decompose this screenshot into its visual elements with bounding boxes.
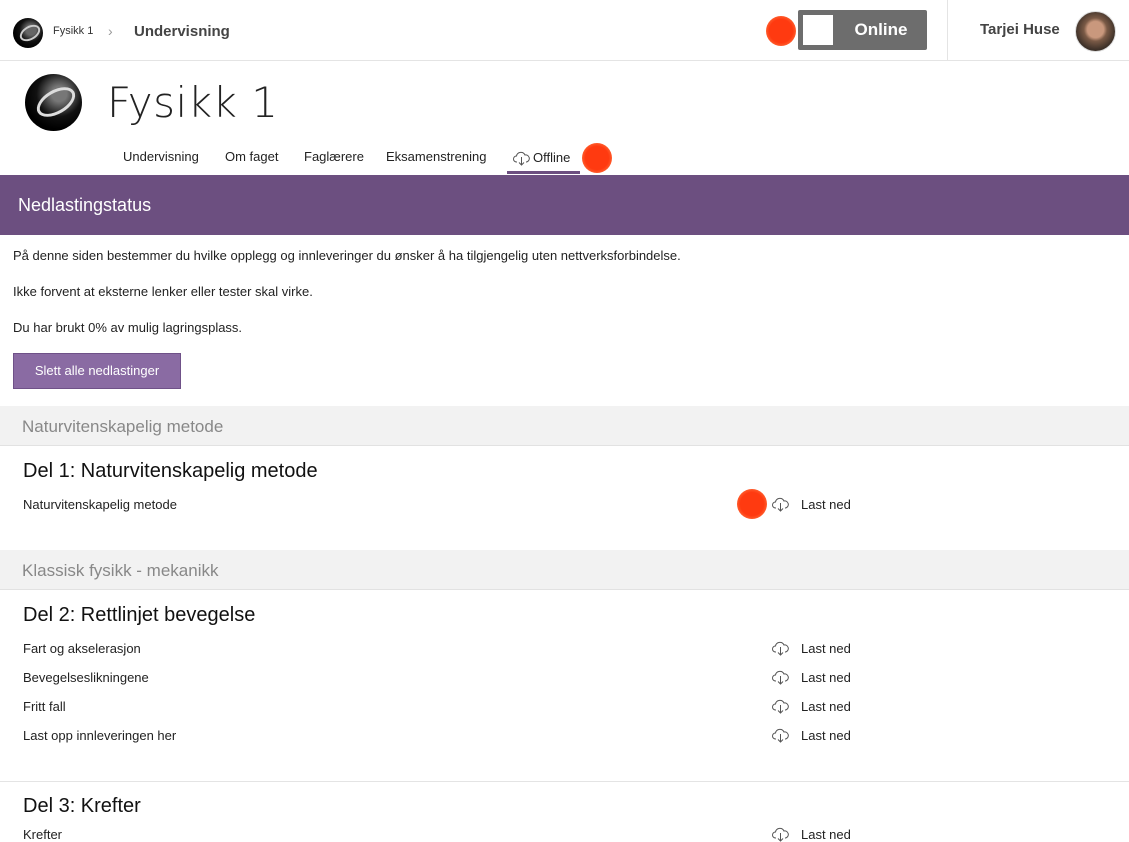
section-header: Naturvitenskapelig metode <box>0 406 1129 446</box>
section-header: Klassisk fysikk - mekanikk <box>0 550 1129 590</box>
cloud-download-icon[interactable] <box>772 670 789 685</box>
cloud-download-icon <box>513 151 530 166</box>
tab-eksamenstrening[interactable]: Eksamenstrening <box>386 149 486 164</box>
course-avatar-small[interactable] <box>13 18 43 48</box>
list-item-label: Last opp innleveringen her <box>23 728 177 743</box>
download-button[interactable]: Last ned <box>801 497 851 512</box>
chevron-right-icon: › <box>108 23 113 39</box>
download-indicator-dot <box>737 489 767 519</box>
page-title: Nedlastingstatus <box>18 195 152 215</box>
cloud-download-icon[interactable] <box>772 699 789 714</box>
breadcrumb-section[interactable]: Undervisning <box>134 23 230 40</box>
list-item-label: Krefter <box>23 827 63 842</box>
download-button[interactable]: Last ned <box>801 827 851 842</box>
download-button[interactable]: Last ned <box>801 641 851 656</box>
tab-offline-label: Offline <box>533 150 571 165</box>
divider <box>0 781 1129 782</box>
part-title: Del 2: Rettlinjet bevegelse <box>23 604 256 626</box>
info-text-2: Ikke forvent at eksterne lenker eller te… <box>13 284 313 299</box>
status-indicator-dot <box>766 16 796 46</box>
page-header: Nedlastingstatus <box>0 175 1129 235</box>
top-bar: Fysikk 1 › Undervisning Online Tarjei Hu… <box>0 0 1129 61</box>
user-avatar[interactable] <box>1075 11 1116 52</box>
cloud-download-icon[interactable] <box>772 641 789 656</box>
toggle-label: Online <box>854 20 908 39</box>
tab-faglaerere[interactable]: Faglærere <box>304 149 364 164</box>
info-text-3: Du har brukt 0% av mulig lagringsplass. <box>13 320 243 335</box>
cloud-download-icon[interactable] <box>772 497 789 512</box>
tab-offline[interactable]: Offline <box>507 143 580 174</box>
list-item-label: Naturvitenskapelig metode <box>23 497 177 512</box>
cloud-download-icon[interactable] <box>772 728 789 743</box>
toggle-knob[interactable] <box>803 15 833 45</box>
section-title: Klassisk fysikk - mekanikk <box>22 561 219 580</box>
divider <box>947 0 948 61</box>
course-avatar <box>25 74 82 131</box>
list-item-label: Fart og akselerasjon <box>23 641 141 656</box>
user-name[interactable]: Tarjei Huse <box>980 21 1060 38</box>
info-text-1: På denne siden bestemmer du hvilke opple… <box>13 248 681 263</box>
delete-all-downloads-button[interactable]: Slett alle nedlastinger <box>13 353 181 389</box>
online-toggle[interactable]: Online <box>798 10 927 50</box>
cloud-download-icon[interactable] <box>772 827 789 842</box>
part-title: Del 3: Krefter <box>23 795 141 817</box>
tab-om-faget[interactable]: Om faget <box>225 149 278 164</box>
offline-indicator-dot <box>582 143 612 173</box>
list-item-label: Fritt fall <box>23 699 66 714</box>
section-title: Naturvitenskapelig metode <box>22 417 224 436</box>
course-title: Fysikk 1 <box>107 78 279 127</box>
download-button[interactable]: Last ned <box>801 670 851 685</box>
download-button[interactable]: Last ned <box>801 728 851 743</box>
download-button[interactable]: Last ned <box>801 699 851 714</box>
breadcrumb-course[interactable]: Fysikk 1 <box>53 25 93 37</box>
tab-undervisning[interactable]: Undervisning <box>123 149 199 164</box>
course-tabs: Undervisning Om faget Faglærere Eksamens… <box>0 143 1129 174</box>
list-item-label: Bevegelseslikningene <box>23 670 149 685</box>
part-title: Del 1: Naturvitenskapelig metode <box>23 460 318 482</box>
